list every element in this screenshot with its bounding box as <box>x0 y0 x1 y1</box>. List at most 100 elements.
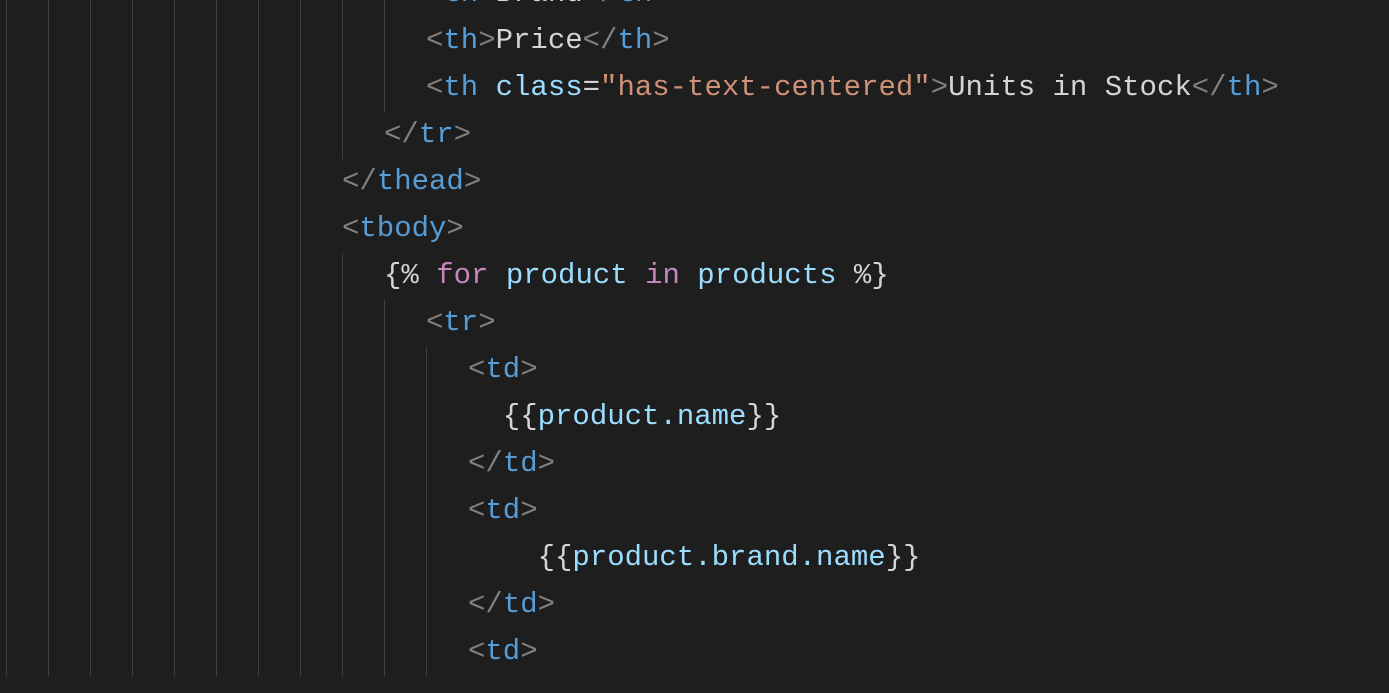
code-content: {{product.brand.name}} <box>468 535 921 582</box>
token-bracket: </ <box>1192 71 1227 104</box>
token-delim: }} <box>886 541 921 574</box>
token-bracket: > <box>478 306 495 339</box>
code-line[interactable]: <th class="has-text-centered">Units in S… <box>0 65 1389 112</box>
code-content: <td> <box>468 347 538 394</box>
token-variable: product.brand.name <box>572 541 885 574</box>
token-attr-value: "has-text-centered" <box>600 71 931 104</box>
code-content: {{product.name}} <box>468 394 781 441</box>
token-bracket: < <box>342 212 359 245</box>
token-bracket: </ <box>468 447 503 480</box>
code-line[interactable]: </thead> <box>0 159 1389 206</box>
token-delim: {{ <box>468 400 538 433</box>
token-keyword: in <box>645 259 680 292</box>
token-jinja-delim: {% <box>384 259 436 292</box>
code-line[interactable]: </tr> <box>0 112 1389 159</box>
indent-guides <box>6 535 468 582</box>
token-bracket: < <box>468 494 485 527</box>
code-content: </td> <box>468 441 555 488</box>
code-line[interactable]: {{product.name}} <box>0 394 1389 441</box>
token-keyword: for <box>436 259 488 292</box>
token-variable: products <box>697 259 836 292</box>
code-line[interactable]: <tbody> <box>0 206 1389 253</box>
token-tag: tr <box>443 306 478 339</box>
indent-guides <box>6 394 468 441</box>
token-bracket: </ <box>583 0 618 10</box>
token-variable: product.name <box>538 400 747 433</box>
token-bracket: > <box>520 635 537 668</box>
token-bracket: > <box>538 588 555 621</box>
token-bracket: < <box>468 635 485 668</box>
token-bracket: > <box>446 212 463 245</box>
token-bracket: > <box>1261 71 1278 104</box>
token-tag: td <box>485 353 520 386</box>
token-delim: {{ <box>468 541 572 574</box>
code-line[interactable]: <th>Brand</th> <box>0 0 1389 18</box>
indent-guides <box>6 582 468 629</box>
token-bracket: < <box>426 306 443 339</box>
code-line[interactable]: <td> <box>0 488 1389 535</box>
code-editor[interactable]: <th>Brand</th><th>Price</th><th class="h… <box>0 0 1389 676</box>
token-text: Price <box>496 24 583 57</box>
indent-guides <box>6 0 426 18</box>
token-tag: th <box>443 71 478 104</box>
code-line[interactable]: {{product.brand.name}} <box>0 535 1389 582</box>
token-bracket: < <box>426 24 443 57</box>
token-delim: }} <box>746 400 781 433</box>
token-bracket: > <box>652 0 669 10</box>
token-tag: th <box>443 0 478 10</box>
code-line[interactable]: </td> <box>0 582 1389 629</box>
token-tag: td <box>503 447 538 480</box>
token-tag: th <box>617 0 652 10</box>
token-bracket: > <box>478 0 495 10</box>
token-text <box>478 71 495 104</box>
indent-guides <box>6 112 384 159</box>
code-content: <td> <box>468 488 538 535</box>
token-tag: thead <box>377 165 464 198</box>
token-bracket: > <box>931 71 948 104</box>
code-content: <tbody> <box>342 206 464 253</box>
indent-guides <box>6 253 384 300</box>
token-text: Brand <box>496 0 583 10</box>
token-text: = <box>583 71 600 104</box>
code-content: </td> <box>468 582 555 629</box>
code-content: <th>Brand</th> <box>426 0 670 18</box>
code-content: </thead> <box>342 159 481 206</box>
token-tag: tbody <box>359 212 446 245</box>
indent-guides <box>6 629 468 676</box>
token-text: Units in Stock <box>948 71 1192 104</box>
code-line[interactable]: <th>Price</th> <box>0 18 1389 65</box>
token-bracket: > <box>652 24 669 57</box>
token-bracket: </ <box>583 24 618 57</box>
token-bracket: < <box>468 353 485 386</box>
token-tag: th <box>1227 71 1262 104</box>
token-tag: td <box>485 494 520 527</box>
code-line[interactable]: <td> <box>0 629 1389 676</box>
code-line[interactable]: {% for product in products %} <box>0 253 1389 300</box>
code-line[interactable]: </td> <box>0 441 1389 488</box>
token-text <box>488 259 505 292</box>
code-line[interactable]: <td> <box>0 347 1389 394</box>
token-tag: td <box>503 588 538 621</box>
indent-guides <box>6 300 426 347</box>
token-bracket: < <box>426 0 443 10</box>
code-content: <th class="has-text-centered">Units in S… <box>426 65 1279 112</box>
token-tag: tr <box>419 118 454 151</box>
token-bracket: </ <box>468 588 503 621</box>
code-content: {% for product in products %} <box>384 253 889 300</box>
token-bracket: > <box>464 165 481 198</box>
token-bracket: < <box>426 71 443 104</box>
token-bracket: > <box>538 447 555 480</box>
code-content: <td> <box>468 629 538 676</box>
token-tag: td <box>485 635 520 668</box>
indent-guides <box>6 18 426 65</box>
indent-guides <box>6 347 468 394</box>
indent-guides <box>6 488 468 535</box>
code-content: <tr> <box>426 300 496 347</box>
token-variable: product <box>506 259 628 292</box>
token-jinja-delim: %} <box>837 259 889 292</box>
indent-guides <box>6 441 468 488</box>
token-bracket: </ <box>384 118 419 151</box>
code-line[interactable]: <tr> <box>0 300 1389 347</box>
code-content: <th>Price</th> <box>426 18 670 65</box>
token-text <box>680 259 697 292</box>
